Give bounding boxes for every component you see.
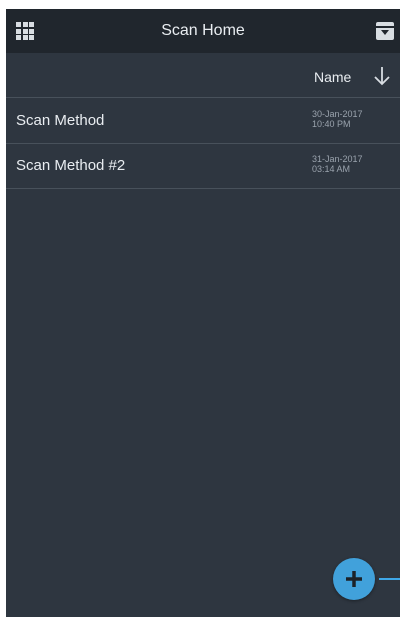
plus-icon [346, 571, 362, 587]
archive-icon[interactable] [376, 22, 394, 40]
list-item[interactable]: Scan Method 30-Jan-2017 10:40 PM [6, 99, 400, 144]
sort-field-button[interactable]: Name [314, 69, 351, 85]
list-item-timestamp: 30-Jan-2017 10:40 PM [312, 109, 363, 129]
fab-connector-line [379, 578, 400, 580]
list-item-name: Scan Method #2 [16, 157, 126, 174]
list-item-time: 10:40 PM [312, 119, 351, 129]
apps-grid-icon[interactable] [16, 22, 34, 40]
list-item-date: 30-Jan-2017 [312, 109, 363, 119]
list-item-timestamp: 31-Jan-2017 03:14 AM [312, 154, 363, 174]
app-screen: Scan Home Name Scan Method 30-Jan-2017 1… [6, 9, 400, 617]
add-button[interactable] [333, 558, 375, 600]
sort-bar: Name [6, 53, 400, 98]
list-item-name: Scan Method [16, 112, 105, 129]
list-item-date: 31-Jan-2017 [312, 154, 363, 164]
top-app-bar: Scan Home [6, 9, 400, 53]
page-title: Scan Home [161, 22, 245, 39]
list-item-time: 03:14 AM [312, 164, 351, 174]
list-item[interactable]: Scan Method #2 31-Jan-2017 03:14 AM [6, 144, 400, 189]
arrow-down-icon[interactable] [372, 65, 392, 87]
